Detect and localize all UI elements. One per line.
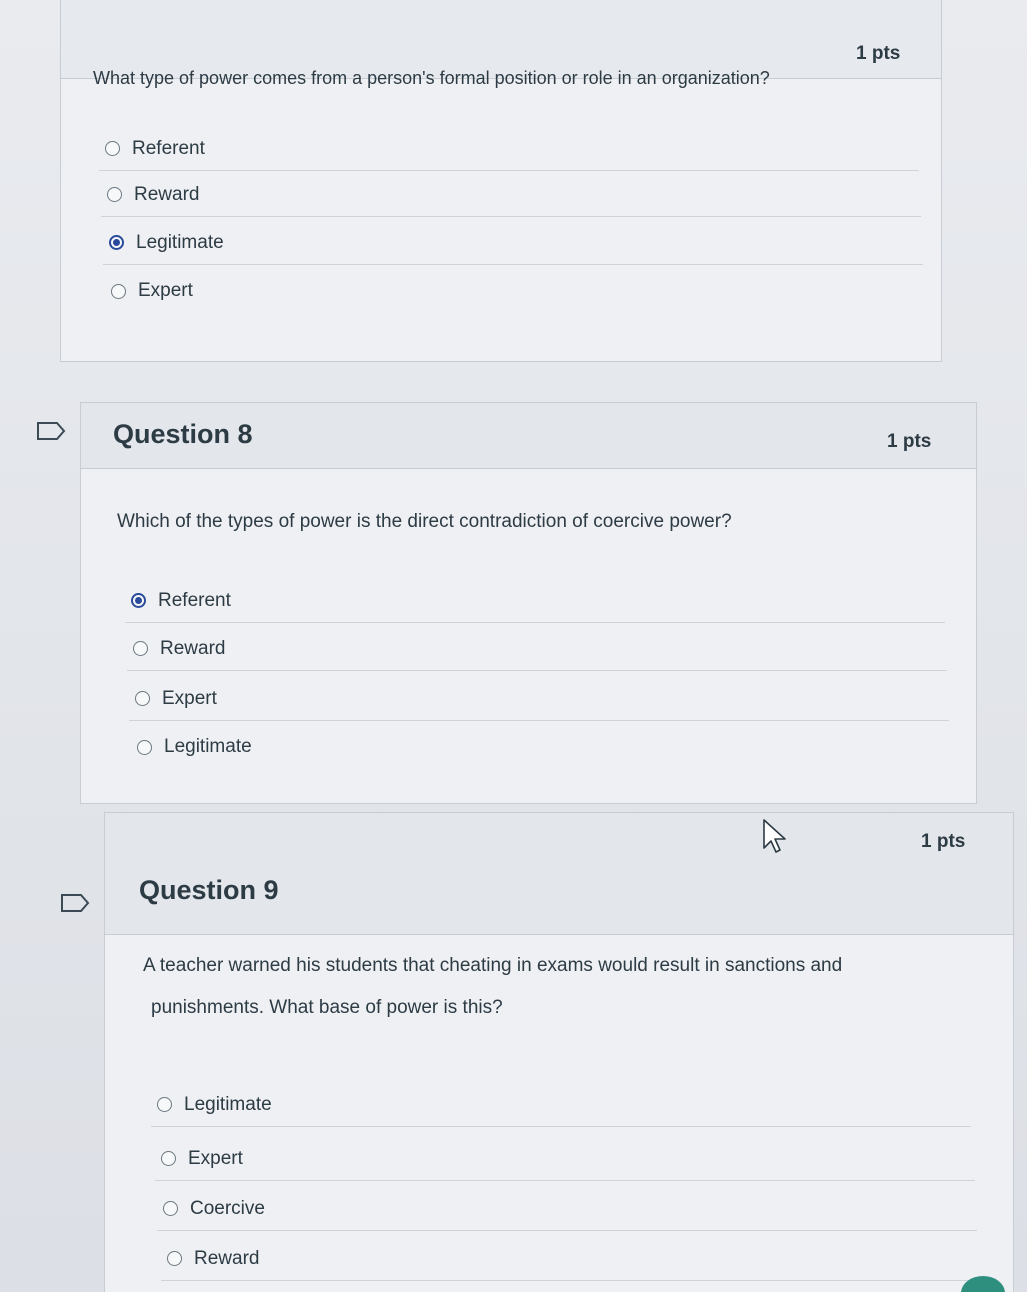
question-8-answer[interactable]: Expert	[129, 677, 949, 721]
radio-button[interactable]	[161, 1151, 176, 1166]
answer-label: Referent	[132, 137, 205, 159]
flag-outline-icon[interactable]	[60, 893, 90, 913]
radio-button-selected[interactable]	[109, 235, 124, 250]
answer-label: Referent	[158, 589, 231, 611]
question-9-answer[interactable]: Expert	[155, 1137, 975, 1181]
question-8-title: Question 8	[113, 419, 253, 449]
radio-button[interactable]	[167, 1251, 182, 1266]
radio-button[interactable]	[133, 641, 148, 656]
answer-label: Legitimate	[164, 736, 252, 757]
question-8-points: 1 pts	[887, 431, 932, 452]
question-9-card: 1 pts Question 9 A teacher warned his st…	[104, 812, 1014, 1292]
radio-button[interactable]	[157, 1097, 172, 1112]
radio-button[interactable]	[137, 739, 152, 755]
answer-label: Reward	[160, 637, 226, 659]
question-9-points: 1 pts	[921, 831, 966, 852]
answer-label: Coercive	[190, 1197, 265, 1219]
question-9-prompt-line-2: punishments. What base of power is this?	[151, 997, 503, 1018]
question-8-answer[interactable]: Reward	[127, 627, 947, 671]
question-7-answer[interactable]: Referent	[99, 127, 919, 171]
question-7-answer[interactable]: Expert	[105, 269, 925, 313]
flag-outline-icon[interactable]	[36, 421, 66, 441]
question-7-card: 1 pts What type of power comes from a pe…	[60, 0, 942, 362]
question-8-card: Question 8 1 pts Which of the types of p…	[80, 402, 977, 804]
radio-button[interactable]	[111, 283, 126, 299]
question-9-header	[105, 813, 1013, 935]
answer-label: Expert	[138, 280, 193, 301]
radio-button[interactable]	[107, 187, 122, 202]
answer-label: Expert	[162, 687, 217, 709]
question-9-title: Question 9	[139, 875, 279, 905]
question-7-answer[interactable]: Reward	[101, 173, 921, 217]
answer-label: Expert	[188, 1147, 243, 1169]
radio-button[interactable]	[135, 691, 150, 706]
question-9-prompt-line-1: A teacher warned his students that cheat…	[143, 955, 843, 976]
question-7-prompt: What type of power comes from a person's…	[93, 68, 770, 88]
radio-button[interactable]	[105, 141, 120, 156]
mouse-pointer-icon	[763, 819, 786, 853]
question-7-points: 1 pts	[856, 43, 901, 64]
question-8-answer[interactable]: Legitimate	[131, 725, 951, 769]
quiz-page: 1 pts What type of power comes from a pe…	[0, 0, 1027, 1292]
question-9-answer[interactable]: Coercive	[157, 1187, 977, 1231]
question-8-prompt: Which of the types of power is the direc…	[117, 511, 732, 532]
question-8-answer[interactable]: Referent	[125, 579, 945, 623]
question-9-answer[interactable]: Legitimate	[151, 1083, 971, 1127]
radio-button-selected[interactable]	[131, 593, 146, 608]
answer-label: Legitimate	[136, 231, 224, 253]
answer-label: Reward	[194, 1247, 260, 1269]
answer-label: Reward	[134, 183, 200, 205]
answer-label: Legitimate	[184, 1093, 272, 1115]
question-9-answer[interactable]: Reward	[161, 1237, 981, 1281]
question-7-answer[interactable]: Legitimate	[103, 221, 923, 265]
radio-button[interactable]	[163, 1201, 178, 1216]
